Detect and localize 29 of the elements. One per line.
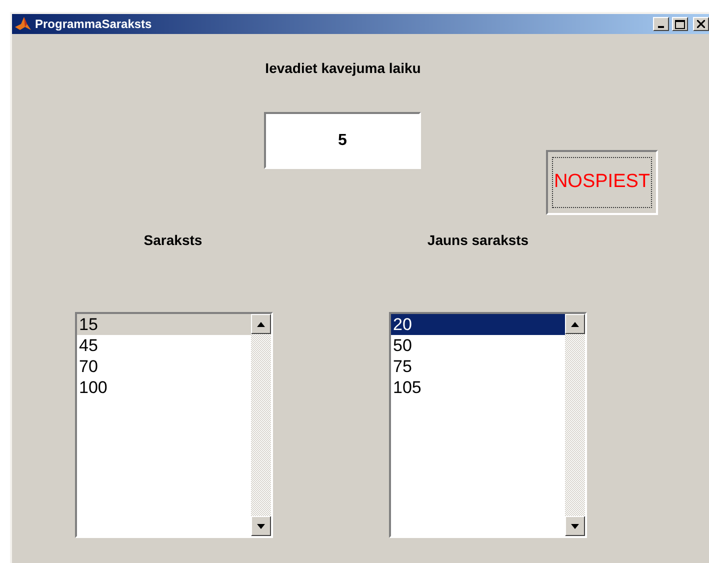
list-item[interactable]: 75 — [391, 356, 565, 377]
delay-field[interactable]: 5 — [264, 112, 421, 169]
close-button[interactable] — [693, 17, 709, 31]
window-title: ProgrammaSaraksts — [35, 16, 152, 33]
scroll-down-button[interactable] — [251, 516, 271, 536]
list-box[interactable]: 15 45 70 100 — [75, 312, 273, 538]
maximize-button[interactable] — [672, 17, 688, 31]
list-item[interactable]: 45 — [77, 335, 251, 356]
list-label: Jauns saraksts — [427, 231, 529, 250]
list-box[interactable]: 20 50 75 105 — [389, 312, 587, 538]
scroll-up-button[interactable] — [565, 314, 585, 334]
list-item[interactable]: 100 — [77, 377, 251, 398]
down-arrow-icon — [257, 524, 265, 528]
scroll-down-button[interactable] — [565, 516, 585, 536]
minimize-button[interactable] — [653, 17, 669, 31]
list-item[interactable]: 20 — [391, 314, 565, 335]
up-arrow-icon — [571, 322, 579, 326]
list-item[interactable]: 105 — [391, 377, 565, 398]
prompt-label: Ievadiet kavejuma laiku — [265, 59, 421, 78]
list-item[interactable]: 15 — [77, 314, 251, 335]
close-icon — [697, 20, 705, 28]
list-item[interactable]: 70 — [77, 356, 251, 377]
scroll-up-button[interactable] — [251, 314, 271, 334]
list-item[interactable]: 50 — [391, 335, 565, 356]
down-arrow-icon — [571, 524, 579, 528]
list-label: Saraksts — [144, 231, 202, 250]
up-arrow-icon — [257, 322, 265, 326]
app-logo-icon — [14, 16, 32, 32]
maximize-icon — [675, 20, 685, 28]
